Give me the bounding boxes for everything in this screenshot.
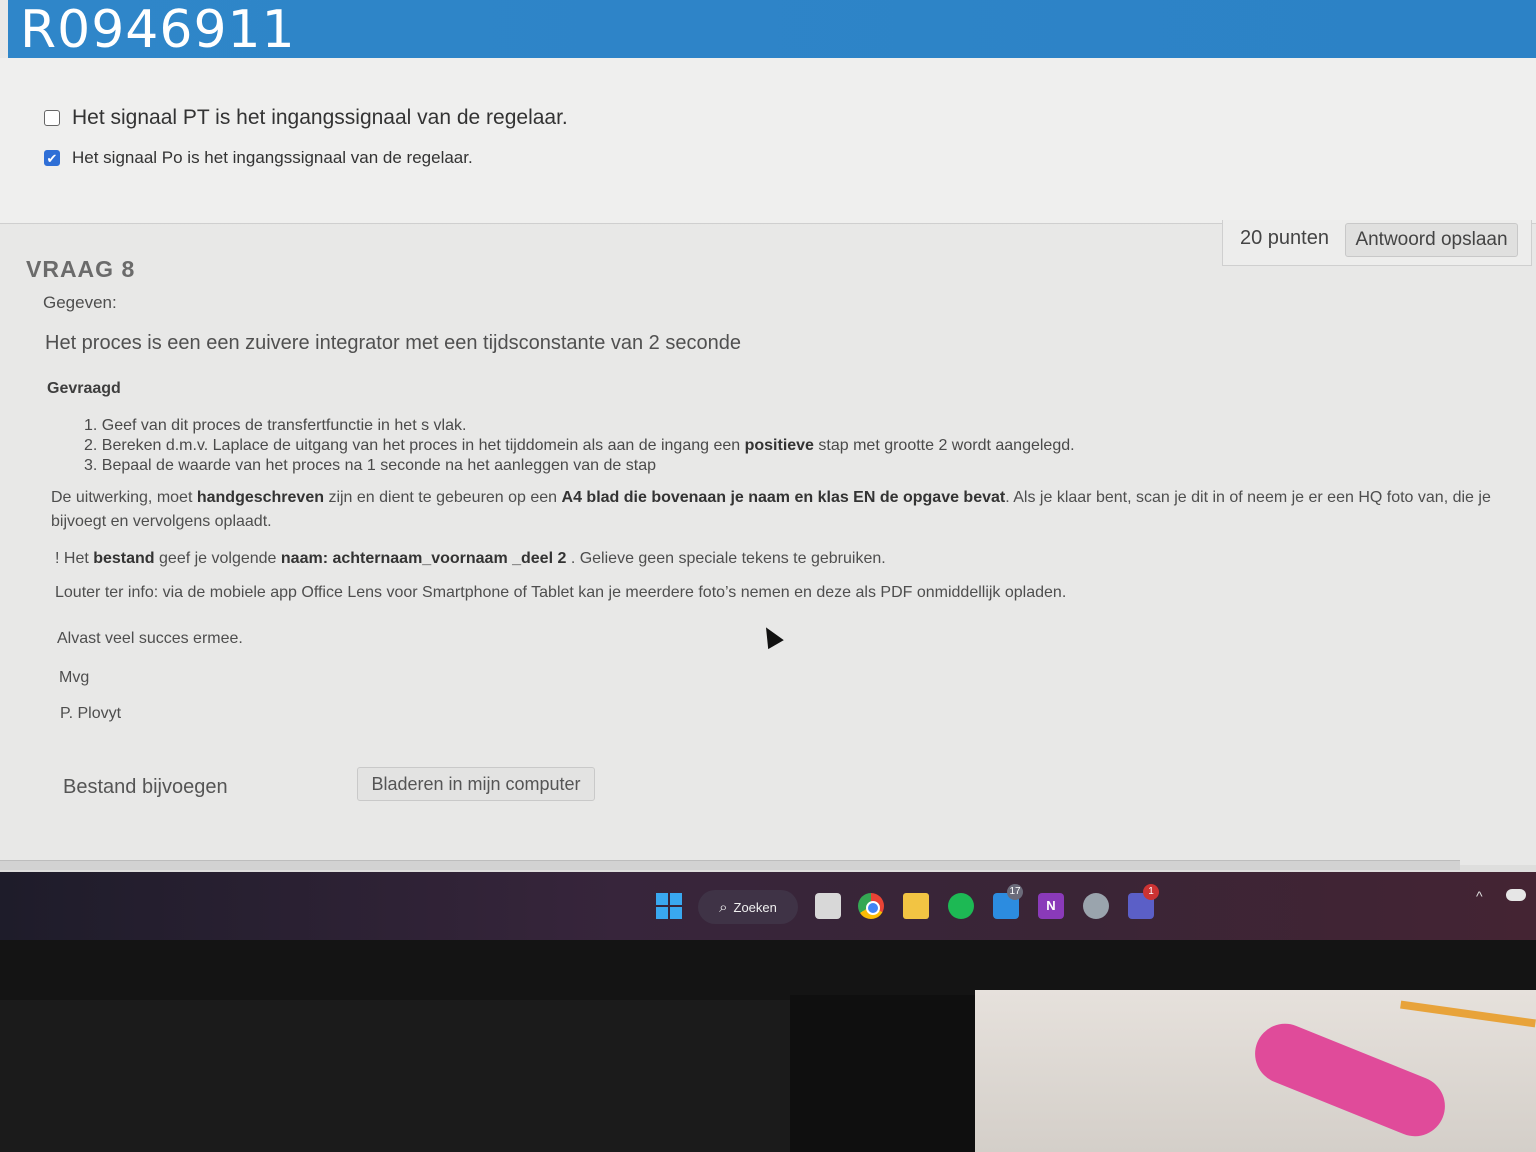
mail-badge: 17 <box>1007 884 1023 900</box>
checkbox-unchecked[interactable] <box>44 110 60 126</box>
emphasis: naam: achternaam_voornaam _deel 2 <box>280 550 567 567</box>
task-item: 1. Geef van dit proces de transfertfunct… <box>84 417 467 434</box>
emphasis: bestand <box>93 550 155 567</box>
attach-file-label: Bestand bijvoegen <box>63 776 228 798</box>
option-po[interactable]: ✔ Het signaal Po is het ingangssignaal v… <box>44 148 473 168</box>
given-heading: Gegeven: <box>43 293 117 312</box>
checkbox-checked[interactable]: ✔ <box>44 150 60 166</box>
text: ! Het <box>55 550 94 567</box>
onenote-icon[interactable]: N <box>1038 893 1064 919</box>
text: zijn en dient te gebeuren op een <box>324 489 562 506</box>
task-item: 3. Bepaal de waarde van het proces na 1 … <box>84 457 656 474</box>
text: geef je volgende <box>154 550 281 567</box>
header-bar: R0946911 <box>8 0 1536 60</box>
option-label: Het signaal Po is het ingangssignaal van… <box>72 148 473 167</box>
text: . Gelieve geen speciale tekens te gebrui… <box>566 550 886 567</box>
task-item: 2. Bereken d.m.v. Laplace de uitgang van… <box>84 436 1075 456</box>
monitor-stand <box>790 995 975 1152</box>
search-icon: ⌕ <box>719 898 728 916</box>
search-label: Zoeken <box>733 899 777 915</box>
horizontal-scrollbar[interactable] <box>0 860 1460 870</box>
settings-icon[interactable] <box>1083 893 1109 919</box>
option-label: Het signaal PT is het ingangssignaal van… <box>72 106 568 129</box>
question-panel <box>0 225 1536 865</box>
exam-code: R0946911 <box>20 0 296 60</box>
instructions-paragraph: De uitwerking, moet handgeschreven zijn … <box>51 486 1511 534</box>
folder-icon[interactable] <box>903 893 929 919</box>
cloud-icon[interactable] <box>1506 889 1526 901</box>
task-list: 1. Geef van dit proces de transfertfunct… <box>84 416 1075 476</box>
file-explorer-icon[interactable] <box>815 893 841 919</box>
signature-text: P. Plovyt <box>60 705 122 722</box>
greeting-text: Mvg <box>59 669 90 686</box>
task-text: 2. Bereken d.m.v. Laplace de uitgang van… <box>84 437 745 454</box>
info-paragraph: Louter ter info: via de mobiele app Offi… <box>55 584 1067 601</box>
save-answer-button[interactable]: Antwoord opslaan <box>1345 223 1518 257</box>
spotify-icon[interactable] <box>948 893 974 919</box>
emphasis: handgeschreven <box>196 489 324 506</box>
chrome-icon[interactable] <box>858 893 884 919</box>
monitor-screen: R0946911 Het signaal PT is het ingangssi… <box>0 0 1536 940</box>
previous-question-options <box>0 58 1536 224</box>
asked-heading: Gevraagd <box>47 380 121 397</box>
task-text: stap met grootte 2 wordt aangelegd. <box>813 437 1075 454</box>
windows-start-icon[interactable] <box>656 893 682 919</box>
task-emphasis: positieve <box>744 437 814 454</box>
emphasis: A4 blad die bovenaan je naam en klas EN … <box>561 489 1006 506</box>
points-label: 20 punten <box>1240 227 1329 249</box>
option-pt[interactable]: Het signaal PT is het ingangssignaal van… <box>44 106 568 130</box>
taskbar-search[interactable]: ⌕ Zoeken <box>698 890 798 924</box>
teams-badge: 1 <box>1143 884 1159 900</box>
text: De uitwerking, moet <box>51 489 197 506</box>
question-title: VRAAG 8 <box>26 256 136 282</box>
browse-computer-button[interactable]: Bladeren in mijn computer <box>357 767 595 801</box>
good-luck-text: Alvast veel succes ermee. <box>57 630 243 647</box>
given-text: Het proces is een een zuivere integrator… <box>45 332 741 354</box>
chevron-up-icon[interactable]: ^ <box>1476 888 1483 904</box>
filename-paragraph: ! Het bestand geef je volgende naam: ach… <box>55 550 886 568</box>
